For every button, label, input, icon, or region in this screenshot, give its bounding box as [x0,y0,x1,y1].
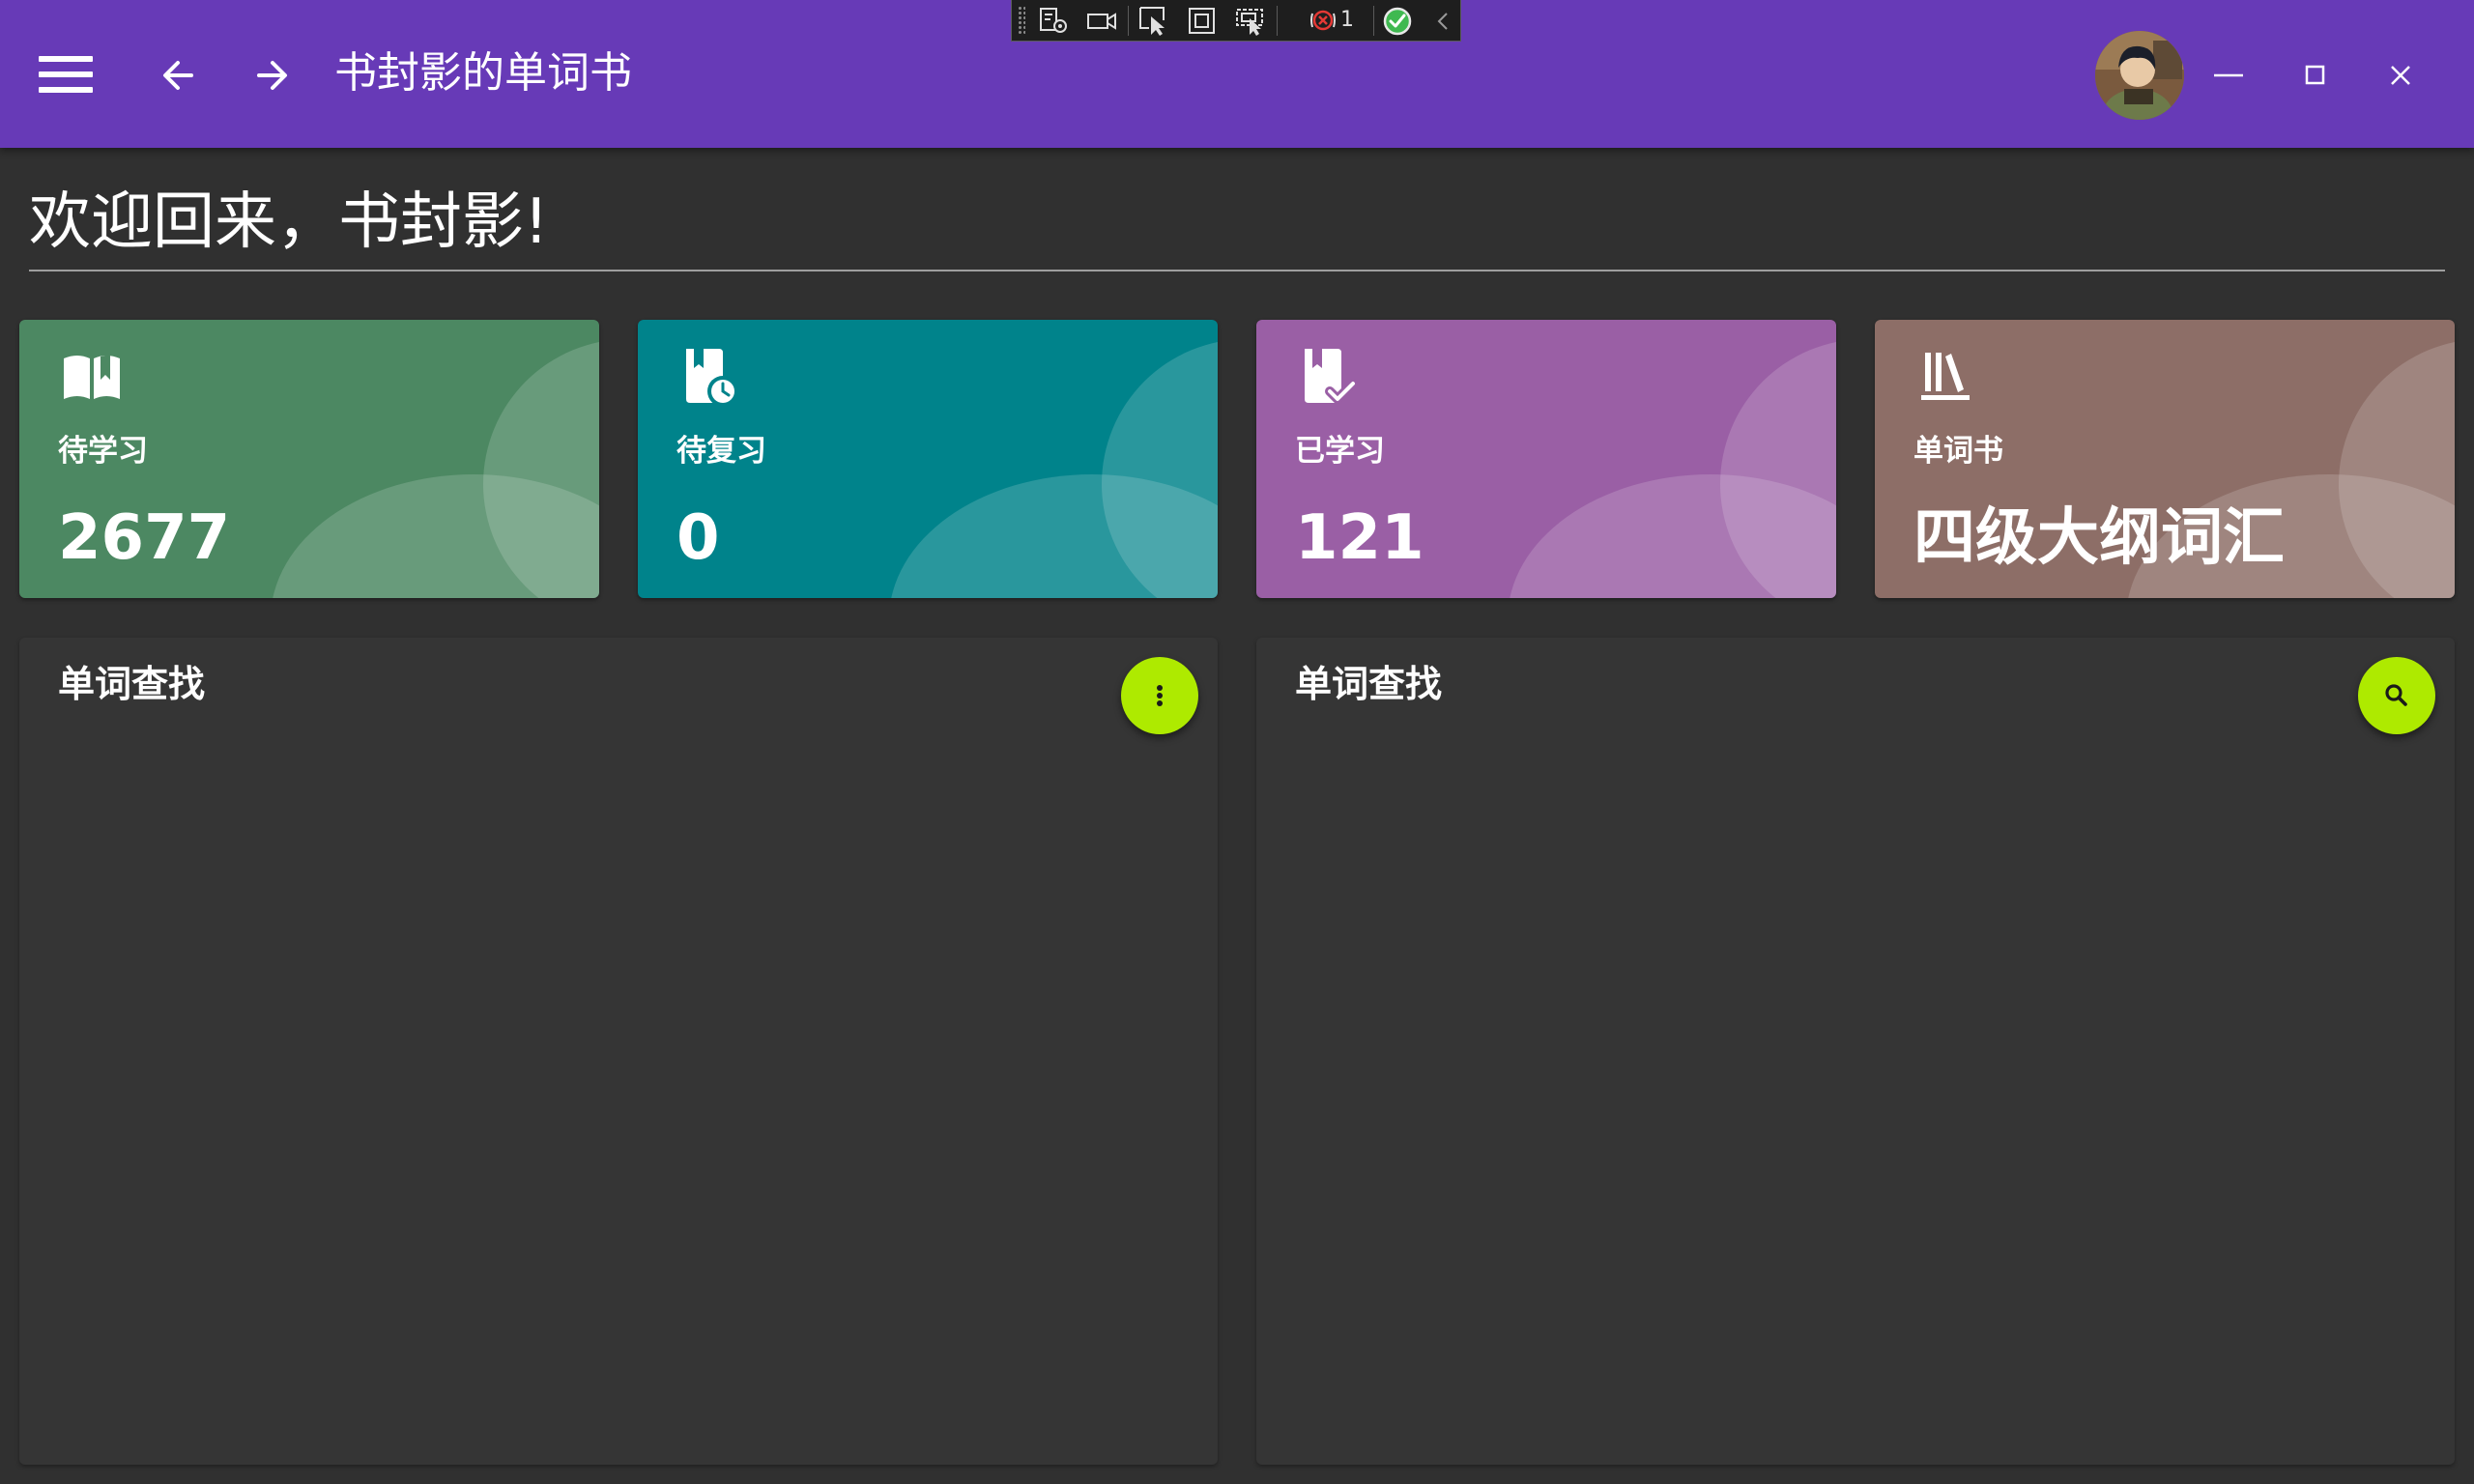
hamburger-menu-icon[interactable] [35,52,99,97]
live-visual-tree-icon[interactable] [1037,5,1070,37]
record-video-icon[interactable] [1085,5,1118,37]
welcome-heading: 欢迎回来，书封影! [29,186,549,258]
stat-card-learned[interactable]: 已学习 121 [1256,320,1836,598]
book-open-icon [58,343,126,411]
more-vertical-button[interactable] [1121,657,1198,734]
search-icon [2385,684,2407,706]
stat-label: 待复习 [676,434,766,469]
binding-failures-icon[interactable]: 1 [1309,5,1362,37]
maximize-icon[interactable] [2287,46,2345,104]
xaml-debug-toolbar: 1 [1011,0,1461,42]
stat-label: 待学习 [58,434,148,469]
search-button[interactable] [2358,657,2435,734]
bookshelf-icon [1913,343,1981,411]
panel-title: 单词查找 [1295,663,1443,705]
track-focus-icon[interactable] [1234,5,1267,37]
stat-card-to-review[interactable]: 待复习 0 [638,320,1218,598]
window-title: 书封影的单词书 [334,48,632,98]
word-lookup-panel-left: 单词查找 [19,638,1218,1465]
user-avatar[interactable] [2095,31,2184,120]
hot-reload-status-icon[interactable] [1381,5,1414,37]
collapse-chevron-icon[interactable] [1427,5,1460,37]
select-element-icon[interactable] [1137,5,1170,37]
stat-label: 已学习 [1295,434,1385,469]
stat-value: 121 [1295,502,1424,574]
stat-card-wordbook[interactable]: 单词书 四级大纲词汇 [1875,320,2455,598]
stat-value: 四级大纲词汇 [1913,502,2285,574]
book-check-icon [1295,343,1363,411]
more-vertical-icon [1157,685,1163,706]
stat-card-to-learn[interactable]: 待学习 2677 [19,320,599,598]
display-layout-adorners-icon[interactable] [1186,5,1219,37]
arrow-back-icon[interactable] [155,50,205,100]
binding-failures-count: 1 [1340,8,1354,32]
word-lookup-panel-right: 单词查找 [1256,638,2455,1465]
stat-value: 0 [676,502,720,574]
drag-grip-icon[interactable] [1018,6,1025,35]
minimize-icon[interactable] [2200,46,2258,104]
book-clock-icon [676,343,744,411]
close-icon[interactable] [2372,46,2430,104]
welcome-underline [29,270,2445,271]
panel-title: 单词查找 [58,663,206,705]
stat-label: 单词书 [1913,434,2003,469]
arrow-forward-icon[interactable] [247,50,298,100]
stat-value: 2677 [58,502,231,574]
